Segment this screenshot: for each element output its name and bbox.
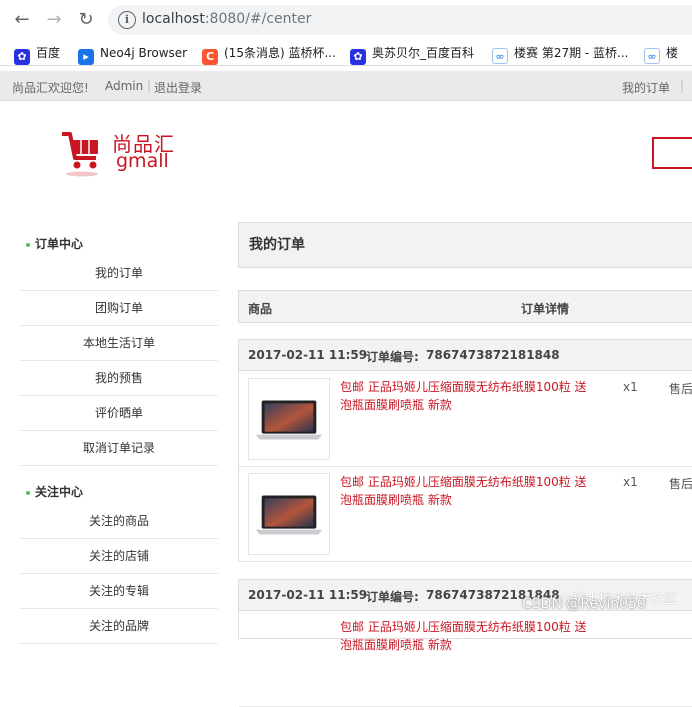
bullet-icon <box>26 242 30 247</box>
sidebar-item-presale[interactable]: 我的预售 <box>20 361 218 396</box>
sidebar-group-title: 关注中心 <box>26 483 83 500</box>
order-item-row: 包邮 正品玛姬儿压缩面膜无纺布纸膜100粒 送泡瓶面膜刷喷瓶 新款 x1 售后 <box>239 372 692 467</box>
welcome-text: 尚品汇欢迎您! <box>12 81 89 95</box>
search-box[interactable] <box>652 137 692 169</box>
column-header-product: 商品 <box>248 302 273 316</box>
product-image[interactable] <box>248 473 330 555</box>
sidebar-item-followed-albums[interactable]: 关注的专辑 <box>20 574 218 609</box>
browser-toolbar: ← → ↻ i localhost:8080/#/center <box>0 0 692 40</box>
after-sale-link[interactable]: 售后 <box>669 475 692 492</box>
url-text[interactable]: localhost:8080/#/center <box>142 11 311 27</box>
page-title: 我的订单 <box>238 222 692 268</box>
item-quantity: x1 <box>623 475 638 489</box>
site-topbar: 尚品汇欢迎您! Admin | 退出登录 我的订单 | <box>0 71 692 101</box>
lanqiao-icon: ∞ <box>492 48 508 64</box>
column-header-detail: 订单详情 <box>521 302 570 316</box>
bookmark-lanqiao[interactable]: ∞ 楼赛 第27期 - 蓝桥... <box>492 44 629 64</box>
bullet-icon <box>26 490 30 495</box>
baidu-icon: ✿ <box>14 49 30 65</box>
bookmark-csdn[interactable]: C (15条消息) 蓝桥杯... <box>202 44 336 65</box>
logo-text-en[interactable]: gmall <box>116 150 169 172</box>
lanqiao-icon: ∞ <box>644 48 660 64</box>
order-item-row: 包邮 正品玛姬儿压缩面膜无纺布纸膜100粒 送泡瓶面膜刷喷瓶 新款 x1 售后 <box>239 467 692 562</box>
bookmarks-bar: ✿ 百度 ▸ Neo4j Browser C (15条消息) 蓝桥杯... ✿ 奥苏贝尔… <box>0 40 692 66</box>
my-orders-link[interactable]: 我的订单 <box>622 79 670 96</box>
username-link[interactable]: Admin <box>105 79 143 93</box>
sidebar-item-group-orders[interactable]: 团购订单 <box>20 291 218 326</box>
bookmark-lanqiao-2[interactable]: ∞ 楼 <box>644 44 678 64</box>
site-info-icon[interactable]: i <box>118 11 136 29</box>
csdn-icon: C <box>202 49 218 65</box>
logout-link[interactable]: 退出登录 <box>154 79 202 96</box>
after-sale-link[interactable]: 售后 <box>669 380 692 397</box>
order-time: 2017-02-11 11:59 <box>248 348 368 362</box>
sidebar-item-my-orders[interactable]: 我的订单 <box>20 256 218 291</box>
order-number-label: 订单编号: <box>366 590 419 604</box>
sidebar-item-local-orders[interactable]: 本地生活订单 <box>20 326 218 361</box>
forward-arrow-icon[interactable]: → <box>42 9 66 31</box>
sidebar-item-cancelled-orders[interactable]: 取消订单记录 <box>20 431 218 466</box>
order-number: 7867473872181848 <box>426 348 560 362</box>
divider: | <box>147 79 152 93</box>
table-header: 商品 订单详情 <box>238 290 692 323</box>
reload-icon[interactable]: ↻ <box>74 9 98 31</box>
order-header: 2017-02-11 11:59 订单编号: 7867473872181848 <box>239 340 692 371</box>
sidebar-item-reviews[interactable]: 评价晒单 <box>20 396 218 431</box>
order-card: 2017-02-11 11:59 订单编号: 7867473872181848 … <box>238 339 692 562</box>
cart-logo-icon[interactable] <box>60 128 102 178</box>
sidebar-item-followed-shops[interactable]: 关注的店铺 <box>20 539 218 574</box>
sidebar-item-followed-products[interactable]: 关注的商品 <box>20 504 218 539</box>
watermark: CSDN @Revin050 <box>522 596 646 612</box>
back-arrow-icon[interactable]: ← <box>10 9 34 31</box>
product-image[interactable] <box>248 378 330 460</box>
order-item-row: 包邮 正品玛姬儿压缩面膜无纺布纸膜100粒 送泡瓶面膜刷喷瓶 新款 <box>239 612 692 707</box>
order-number-label: 订单编号: <box>366 350 419 364</box>
bookmark-neo4j[interactable]: ▸ Neo4j Browser <box>78 44 187 65</box>
baidu-icon: ✿ <box>350 49 366 65</box>
product-name-link[interactable]: 包邮 正品玛姬儿压缩面膜无纺布纸膜100粒 送泡瓶面膜刷喷瓶 新款 <box>340 378 590 414</box>
bookmark-baike[interactable]: ✿ 奥苏贝尔_百度百科 <box>350 44 474 65</box>
order-time: 2017-02-11 11:59 <box>248 588 368 602</box>
product-name-link[interactable]: 包邮 正品玛姬儿压缩面膜无纺布纸膜100粒 送泡瓶面膜刷喷瓶 新款 <box>340 473 590 509</box>
sidebar-item-followed-brands[interactable]: 关注的品牌 <box>20 609 218 644</box>
divider: | <box>680 79 685 93</box>
item-quantity: x1 <box>623 380 638 394</box>
address-bar[interactable]: i localhost:8080/#/center <box>108 5 692 35</box>
bookmark-baidu[interactable]: ✿ 百度 <box>14 44 60 65</box>
product-name-link[interactable]: 包邮 正品玛姬儿压缩面膜无纺布纸膜100粒 送泡瓶面膜刷喷瓶 新款 <box>340 618 590 654</box>
sidebar-group-title: 订单中心 <box>26 235 83 252</box>
neo4j-icon: ▸ <box>78 49 94 65</box>
